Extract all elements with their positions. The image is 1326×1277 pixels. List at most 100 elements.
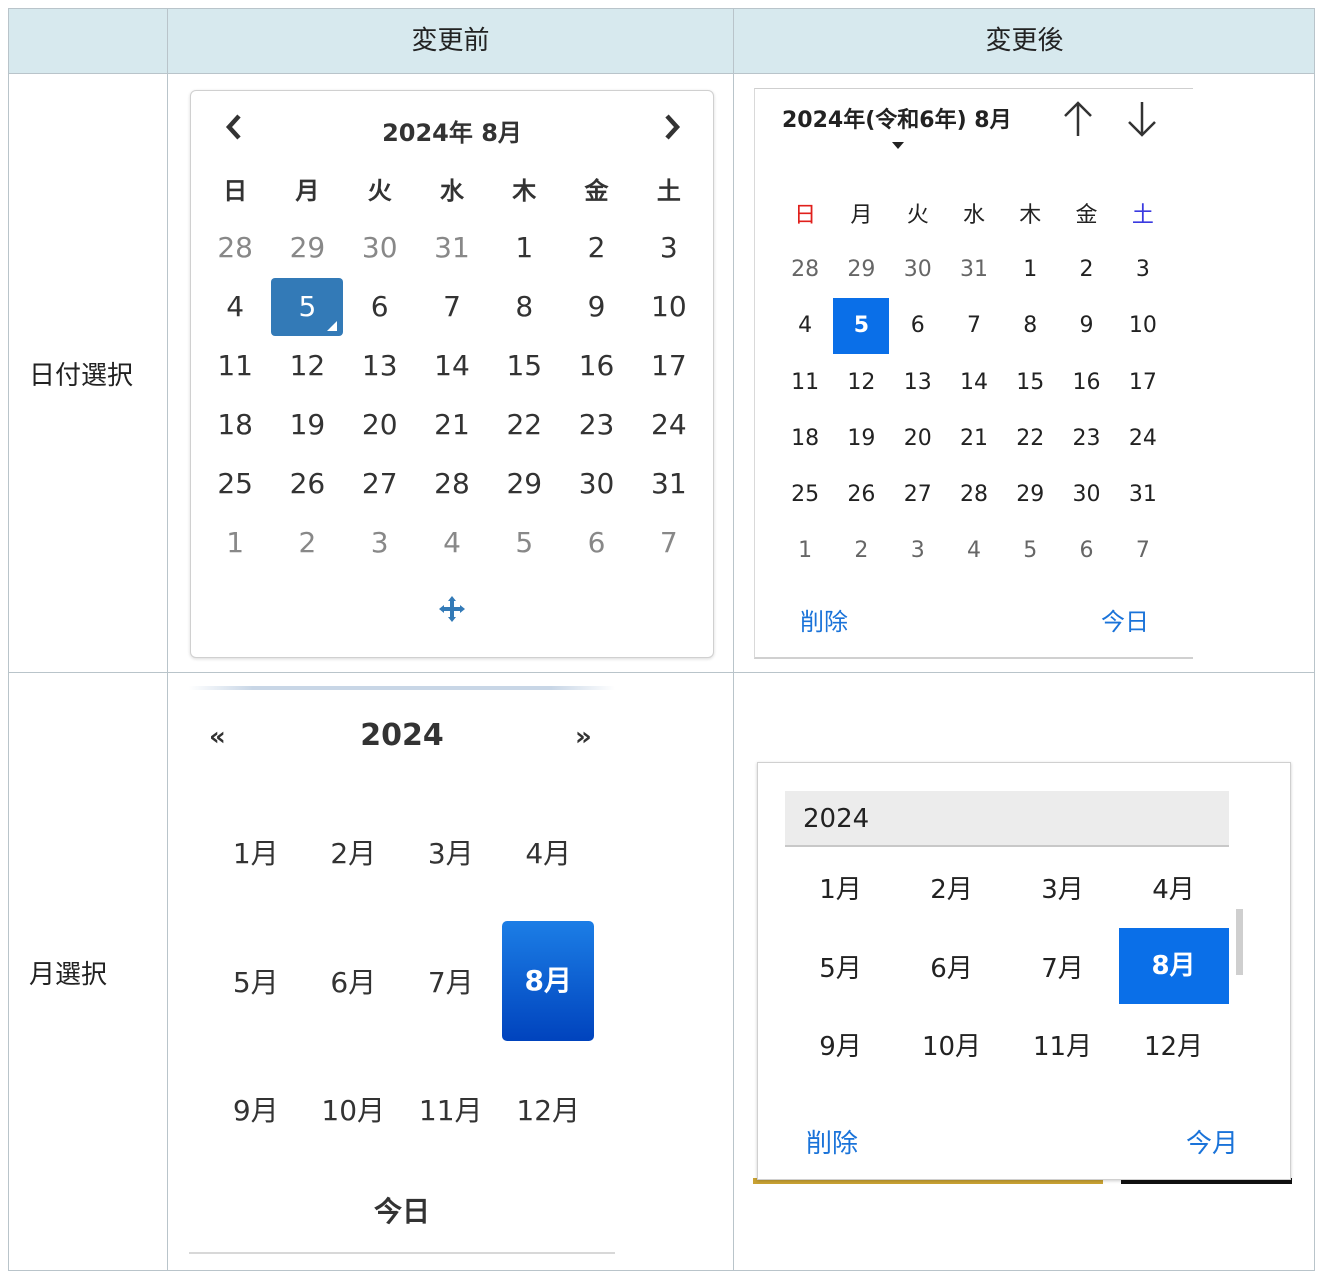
month-cell[interactable]: 7月 [1007,948,1118,985]
day-cell[interactable]: 29 [271,231,343,264]
day-cell[interactable]: 28 [416,467,488,500]
day-cell[interactable]: 15 [1002,370,1058,395]
day-cell[interactable]: 2 [1058,257,1114,282]
month-cell[interactable]: 4月 [1118,869,1229,906]
day-cell[interactable]: 5 [488,526,560,559]
day-cell[interactable]: 10 [633,290,705,323]
month-cell[interactable]: 6月 [896,948,1007,985]
day-cell[interactable]: 16 [1058,370,1114,395]
selected-day[interactable]: 5 [271,277,344,336]
month-cell[interactable]: 10月 [896,1026,1007,1063]
month-cell[interactable]: 5月 [207,961,305,1001]
move-crosshair-icon[interactable] [191,594,713,632]
day-cell[interactable]: 11 [199,349,271,382]
day-cell[interactable]: 4 [199,290,271,323]
month-cell[interactable]: 8月 [1118,928,1229,1005]
day-cell[interactable]: 24 [1115,426,1171,451]
month-cell[interactable]: 8月 [500,920,598,1041]
month-cell[interactable]: 6月 [305,961,403,1001]
month-cell[interactable]: 7月 [402,961,500,1001]
day-cell[interactable]: 25 [777,482,833,507]
caret-down-icon[interactable] [892,142,904,149]
day-cell[interactable]: 7 [1115,538,1171,563]
old-date-title[interactable]: 2024年 8月 [191,113,713,148]
day-cell[interactable]: 1 [1002,257,1058,282]
month-cell[interactable]: 2月 [305,832,403,872]
month-cell[interactable]: 11月 [402,1089,500,1129]
day-cell[interactable]: 31 [416,231,488,264]
day-cell[interactable]: 7 [946,313,1002,338]
day-cell[interactable]: 6 [890,313,946,338]
day-cell[interactable]: 14 [416,349,488,382]
day-cell[interactable]: 6 [560,526,632,559]
day-cell[interactable]: 22 [1002,426,1058,451]
day-cell[interactable]: 1 [777,538,833,563]
scrollbar[interactable] [1236,909,1243,975]
day-cell[interactable]: 9 [560,290,632,323]
day-cell[interactable]: 3 [1115,257,1171,282]
month-cell[interactable]: 1月 [785,869,896,906]
day-cell[interactable]: 12 [271,349,343,382]
selected-month[interactable]: 8月 [502,920,595,1041]
day-cell[interactable]: 18 [777,426,833,451]
day-cell[interactable]: 29 [488,467,560,500]
day-cell[interactable]: 12 [833,370,889,395]
day-cell[interactable]: 22 [488,408,560,441]
day-cell[interactable]: 3 [633,231,705,264]
day-cell[interactable]: 5 [833,297,890,354]
day-cell[interactable]: 14 [946,370,1002,395]
today-button[interactable]: 今日 [1101,602,1149,637]
month-cell[interactable]: 9月 [207,1089,305,1129]
month-cell[interactable]: 4月 [500,832,598,872]
day-cell[interactable]: 3 [344,526,416,559]
day-cell[interactable]: 30 [1058,482,1114,507]
day-cell[interactable]: 27 [890,482,946,507]
day-cell[interactable]: 4 [777,313,833,338]
day-cell[interactable]: 31 [1115,482,1171,507]
day-cell[interactable]: 2 [833,538,889,563]
clear-button[interactable]: 削除 [800,602,848,637]
day-cell[interactable]: 29 [833,257,889,282]
day-cell[interactable]: 5 [271,277,344,336]
selected-day[interactable]: 5 [833,297,890,354]
day-cell[interactable]: 17 [1115,370,1171,395]
day-cell[interactable]: 26 [833,482,889,507]
day-cell[interactable]: 8 [488,290,560,323]
day-cell[interactable]: 3 [890,538,946,563]
month-cell[interactable]: 5月 [785,948,896,985]
month-cell[interactable]: 12月 [1118,1026,1229,1063]
month-cell[interactable]: 12月 [500,1089,598,1129]
day-cell[interactable]: 23 [560,408,632,441]
day-cell[interactable]: 20 [890,426,946,451]
arrow-down-icon[interactable] [1125,99,1159,148]
day-cell[interactable]: 17 [633,349,705,382]
month-cell[interactable]: 3月 [402,832,500,872]
day-cell[interactable]: 30 [890,257,946,282]
day-cell[interactable]: 11 [777,370,833,395]
day-cell[interactable]: 16 [560,349,632,382]
day-cell[interactable]: 4 [416,526,488,559]
day-cell[interactable]: 30 [560,467,632,500]
today-button[interactable]: 今日 [189,1190,615,1230]
day-cell[interactable]: 19 [833,426,889,451]
day-cell[interactable]: 28 [199,231,271,264]
day-cell[interactable]: 23 [1058,426,1114,451]
this-month-button[interactable]: 今月 [1186,1123,1238,1160]
day-cell[interactable]: 27 [344,467,416,500]
chevron-right-icon[interactable] [661,113,683,148]
day-cell[interactable]: 6 [1058,538,1114,563]
day-cell[interactable]: 7 [416,290,488,323]
day-cell[interactable]: 21 [946,426,1002,451]
day-cell[interactable]: 9 [1058,313,1114,338]
day-cell[interactable]: 20 [344,408,416,441]
month-cell[interactable]: 9月 [785,1026,896,1063]
day-cell[interactable]: 13 [344,349,416,382]
day-cell[interactable]: 29 [1002,482,1058,507]
day-cell[interactable]: 18 [199,408,271,441]
new-month-year[interactable]: 2024 [785,791,1229,847]
month-cell[interactable]: 3月 [1007,869,1118,906]
day-cell[interactable]: 2 [271,526,343,559]
clear-button[interactable]: 削除 [806,1123,858,1160]
month-cell[interactable]: 2月 [896,869,1007,906]
day-cell[interactable]: 5 [1002,538,1058,563]
